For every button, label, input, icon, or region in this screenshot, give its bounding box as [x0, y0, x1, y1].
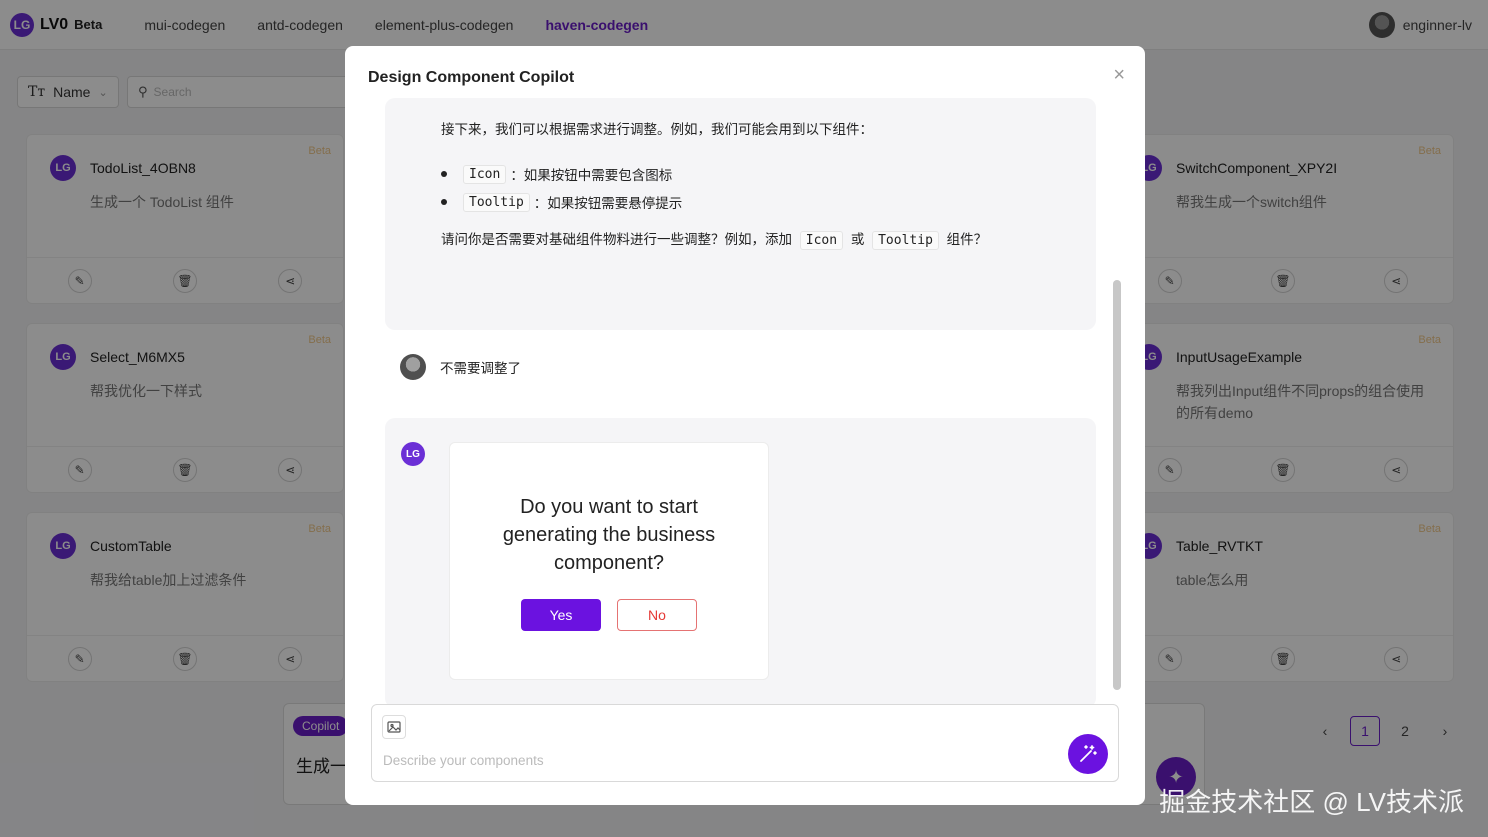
ai-logo-icon: LG [401, 442, 425, 466]
chat-scrollbar[interactable] [1113, 280, 1121, 690]
question-suffix: 组件？ [946, 232, 988, 247]
ai-message: 接下来，我们可以根据需求进行调整。例如，我们可能会用到以下组件： Icon ：如… [385, 98, 1096, 330]
no-button[interactable]: No [617, 599, 697, 631]
yes-button[interactable]: Yes [521, 599, 601, 631]
code-tag: Icon [463, 164, 507, 184]
code-tag: Icon [799, 231, 844, 250]
prompt-placeholder: Describe your components [383, 753, 544, 768]
dialog-title: Design Component Copilot [368, 69, 575, 86]
ai-message-intro: 接下来，我们可以根据需求进行调整。例如，我们可能会用到以下组件： [441, 122, 873, 137]
code-tag: Tooltip [872, 231, 939, 250]
confirm-question: Do you want to start generating the busi… [502, 496, 716, 574]
ai-message: LG Do you want to start generating the b… [385, 418, 1096, 708]
magic-wand-icon[interactable] [1068, 734, 1108, 774]
prompt-input[interactable]: Describe your components [371, 704, 1119, 782]
bullet-icon [441, 171, 447, 177]
chat-history[interactable]: 接下来，我们可以根据需求进行调整。例如，我们可能会用到以下组件： Icon ：如… [345, 98, 1145, 738]
code-tag: Tooltip [463, 192, 530, 212]
list-item-text: ：如果按钮中需要包含图标 [510, 168, 673, 183]
list-item: Tooltip ：如果按钮需要悬停提示 [441, 188, 682, 216]
user-message: 不需要调整了 [400, 354, 521, 380]
list-item: Icon ：如果按钮中需要包含图标 [441, 160, 682, 188]
user-message-text: 不需要调整了 [440, 361, 521, 376]
question-prefix: 请问你是否需要对基础组件物料进行一些调整？例如，添加 [441, 232, 792, 247]
question-mid: 或 [850, 232, 865, 247]
watermark: 掘金技术社区 @ LV技术派 [1159, 787, 1464, 817]
bullet-icon [441, 199, 447, 205]
confirm-card: Do you want to start generating the busi… [449, 442, 769, 680]
list-item-text: ：如果按钮需要悬停提示 [533, 196, 683, 211]
close-icon[interactable]: × [1113, 64, 1125, 87]
copilot-dialog: Design Component Copilot × 接下来，我们可以根据需求进… [345, 46, 1145, 805]
component-suggestion-list: Icon ：如果按钮中需要包含图标 Tooltip ：如果按钮需要悬停提示 [441, 160, 682, 216]
ai-message-question: 请问你是否需要对基础组件物料进行一些调整？例如，添加 Icon 或 Toolti… [441, 230, 987, 251]
avatar [400, 354, 426, 380]
image-upload-icon[interactable] [382, 715, 406, 739]
